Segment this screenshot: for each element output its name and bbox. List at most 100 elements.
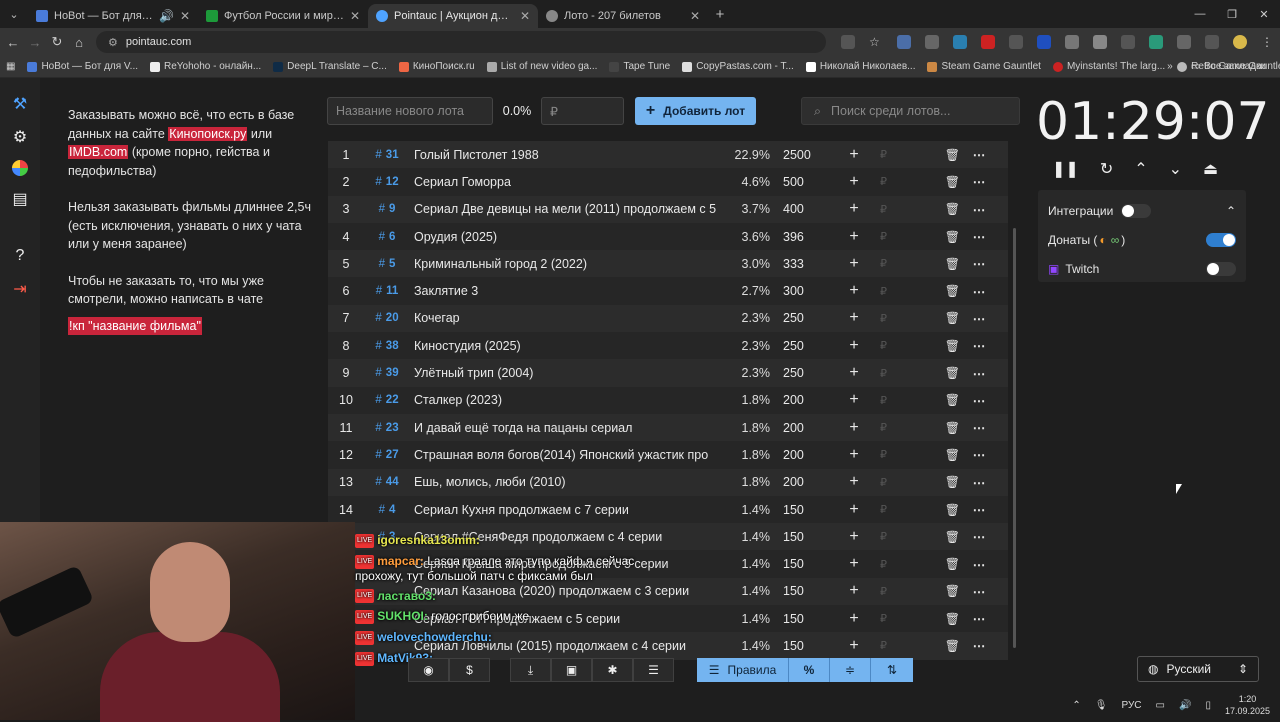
add-amount-icon[interactable]: +: [828, 228, 880, 246]
lot-name[interactable]: И давай ещё тогда на пацаны сериал: [410, 421, 720, 435]
lot-menu-icon[interactable]: ⋯: [960, 611, 998, 626]
compress-icon[interactable]: ≑: [830, 658, 871, 682]
add-amount-icon[interactable]: +: [828, 419, 880, 437]
extension-icon[interactable]: [1092, 35, 1107, 49]
lot-menu-icon[interactable]: ⋯: [960, 147, 998, 162]
lot-menu-icon[interactable]: ⋯: [960, 557, 998, 572]
lot-row[interactable]: 13 #44 Ешь, молись, люби (2010) 1.8% 200 + ₽ 🗑 ⋯: [328, 468, 1008, 496]
extension-icon[interactable]: [952, 35, 967, 49]
add-amount-icon[interactable]: +: [828, 391, 880, 409]
extension-icon[interactable]: [896, 35, 911, 49]
reset-icon[interactable]: ↻: [1100, 159, 1113, 179]
percent-button[interactable]: %: [789, 658, 830, 682]
chevron-right-icon[interactable]: »: [1167, 61, 1173, 72]
lot-menu-icon[interactable]: ⋯: [960, 420, 998, 435]
delete-lot-icon[interactable]: 🗑: [888, 530, 960, 544]
lot-menu-icon[interactable]: ⋯: [960, 638, 998, 653]
lot-name[interactable]: Киностудия (2025): [410, 339, 720, 353]
browser-tab[interactable]: Лото - 207 билетов ✕: [538, 4, 708, 28]
dollar-icon[interactable]: $: [449, 658, 490, 682]
bookmark-item[interactable]: Myinstants! The larg...: [1047, 61, 1171, 72]
add-amount-icon[interactable]: +: [828, 200, 880, 218]
bookmark-item[interactable]: HoBot — Бот для V...: [21, 61, 144, 72]
clear-list-icon[interactable]: ☰: [633, 658, 674, 682]
add-amount-icon[interactable]: +: [828, 446, 880, 464]
bookmark-item[interactable]: Николай Николаев...: [800, 61, 922, 72]
lot-menu-icon[interactable]: ⋯: [960, 256, 998, 271]
imdb-link[interactable]: IMDB.com: [68, 145, 129, 159]
lot-menu-icon[interactable]: ⋯: [960, 366, 998, 381]
extension-icon[interactable]: [1036, 35, 1051, 49]
delete-lot-icon[interactable]: 🗑: [888, 393, 960, 407]
language-select[interactable]: ◍ Русский ⇕: [1137, 656, 1259, 682]
delete-lot-icon[interactable]: 🗑: [888, 421, 960, 435]
delete-lot-icon[interactable]: 🗑: [888, 557, 960, 571]
lot-search-input[interactable]: ⌕ Поиск среди лотов...: [801, 97, 1020, 125]
window-close-icon[interactable]: ✕: [1248, 0, 1280, 28]
pause-icon[interactable]: ❚❚: [1052, 159, 1079, 179]
lot-row[interactable]: 1 #31 Голый Пистолет 1988 22.9% 2500 + ₽ 🗑 ⋯: [328, 141, 1008, 169]
logout-icon[interactable]: ⇥: [10, 279, 30, 299]
table-scrollbar[interactable]: [1013, 228, 1016, 648]
chevron-up-icon[interactable]: ⌃: [1134, 159, 1147, 179]
lot-row[interactable]: 8 #38 Киностудия (2025) 2.3% 250 + ₽ 🗑 ⋯: [328, 332, 1008, 360]
system-clock[interactable]: 1:20 17.09.2025: [1225, 693, 1270, 717]
lot-row[interactable]: 12 #27 Страшная воля богов(2014) Японский …: [328, 441, 1008, 469]
puzzle-icon[interactable]: [1176, 35, 1191, 49]
delete-lot-icon[interactable]: 🗑: [888, 503, 960, 517]
delete-lot-icon[interactable]: 🗑: [888, 202, 960, 216]
tray-chevron-icon[interactable]: ⌃: [1072, 700, 1080, 711]
download-icon[interactable]: ⤓: [510, 658, 551, 682]
rules-button[interactable]: ☰ Правила: [697, 658, 789, 682]
new-lot-amount-input[interactable]: ₽: [541, 97, 624, 125]
lot-menu-icon[interactable]: ⋯: [960, 174, 998, 189]
profile-avatar[interactable]: [1232, 35, 1247, 49]
help-icon[interactable]: ?: [10, 246, 30, 266]
lot-row[interactable]: 6 #11 Заклятие 3 2.7% 300 + ₽ 🗑 ⋯: [328, 277, 1008, 305]
tab-close-icon[interactable]: ✕: [690, 9, 700, 23]
settings-gear-icon[interactable]: ⚙: [10, 127, 30, 147]
delete-lot-icon[interactable]: 🗑: [888, 612, 960, 626]
back-icon[interactable]: ←: [2, 35, 24, 50]
kinopoisk-link[interactable]: Кинопоиск.ру: [168, 126, 248, 141]
clipboard-icon[interactable]: ▤: [10, 189, 30, 209]
lot-menu-icon[interactable]: ⋯: [960, 447, 998, 462]
wheel-icon[interactable]: [12, 160, 28, 176]
translate-icon[interactable]: [840, 35, 855, 49]
tab-search-icon[interactable]: ⌄: [0, 0, 28, 28]
lot-row[interactable]: 4 #6 Орудия (2025) 3.6% 396 + ₽ 🗑 ⋯: [328, 222, 1008, 251]
add-amount-icon[interactable]: +: [828, 473, 880, 491]
eject-icon[interactable]: ⏏: [1203, 159, 1218, 179]
twitch-toggle[interactable]: [1206, 261, 1236, 276]
add-amount-icon[interactable]: +: [828, 637, 880, 655]
input-language[interactable]: РУС: [1122, 700, 1142, 711]
lot-name[interactable]: Голый Пистолет 1988: [410, 148, 720, 162]
volume-icon[interactable]: 🔊: [1179, 700, 1191, 711]
tab-close-icon[interactable]: ✕: [350, 9, 360, 23]
browser-tab[interactable]: Футбол России и мира 2025 - ✕: [198, 4, 368, 28]
all-bookmarks-folder[interactable]: ▭ Все закладки: [1185, 61, 1272, 72]
add-amount-icon[interactable]: +: [828, 610, 880, 628]
lot-name[interactable]: Ешь, молись, люби (2010): [410, 475, 720, 489]
lot-name[interactable]: Орудия (2025): [410, 230, 720, 244]
bug-icon[interactable]: ✱: [592, 658, 633, 682]
chevron-up-icon[interactable]: ⌃: [1226, 204, 1236, 218]
lot-menu-icon[interactable]: ⋯: [960, 475, 998, 490]
delete-lot-icon[interactable]: 🗑: [888, 311, 960, 325]
lot-name[interactable]: Заклятие 3: [410, 284, 720, 298]
lot-row[interactable]: 2 #12 Сериал Гоморра 4.6% 500 + ₽ 🗑 ⋯: [328, 168, 1008, 196]
reload-icon[interactable]: ↻: [46, 34, 68, 50]
tab-close-icon[interactable]: ✕: [180, 9, 190, 23]
lot-menu-icon[interactable]: ⋯: [960, 584, 998, 599]
delete-lot-icon[interactable]: 🗑: [888, 475, 960, 489]
lot-row[interactable]: 3 #9 Сериал Две девицы на мели (2011) прод…: [328, 195, 1008, 223]
minimize-icon[interactable]: —: [1184, 0, 1216, 28]
extension-icon[interactable]: [1148, 35, 1163, 49]
delete-lot-icon[interactable]: 🗑: [888, 148, 960, 162]
add-amount-icon[interactable]: +: [828, 255, 880, 273]
add-amount-icon[interactable]: +: [828, 337, 880, 355]
delete-lot-icon[interactable]: 🗑: [888, 284, 960, 298]
extension-icon[interactable]: [1120, 35, 1135, 49]
delete-lot-icon[interactable]: 🗑: [888, 230, 960, 244]
bookmark-item[interactable]: CopyPastas.com - T...: [676, 61, 800, 72]
